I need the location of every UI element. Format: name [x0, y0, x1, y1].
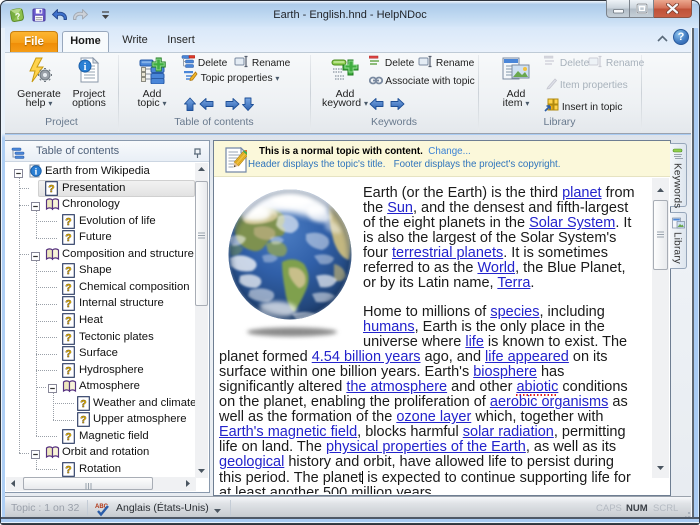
- svg-text:?: ?: [65, 348, 71, 360]
- svg-text:?: ?: [65, 332, 71, 344]
- svg-text:?: ?: [65, 265, 71, 277]
- svg-text:?: ?: [65, 315, 71, 327]
- svg-text:?: ?: [48, 183, 54, 195]
- svg-text:?: ?: [65, 298, 71, 310]
- svg-text:i: i: [35, 168, 38, 178]
- svg-text:?: ?: [65, 464, 71, 476]
- svg-text:?: ?: [65, 216, 71, 228]
- svg-text:i: i: [84, 62, 87, 73]
- svg-text:?: ?: [80, 414, 86, 426]
- svg-text:?: ?: [65, 431, 71, 443]
- svg-text:?: ?: [80, 398, 86, 410]
- svg-text:?: ?: [65, 365, 71, 377]
- svg-text:?: ?: [65, 232, 71, 244]
- svg-text:?: ?: [65, 282, 71, 294]
